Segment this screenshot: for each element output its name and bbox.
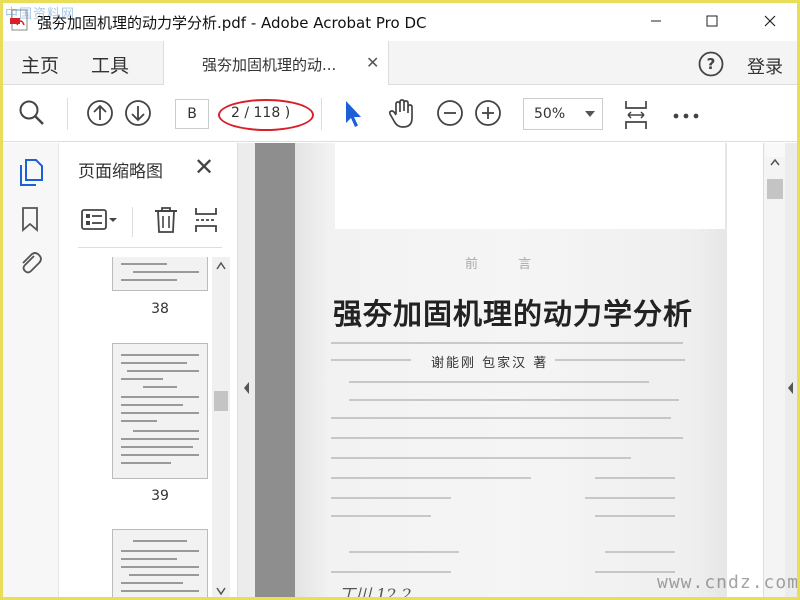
tab-document-label: 强夯加固机理的动... [202,56,337,74]
thumbnail-page[interactable] [112,529,208,597]
nav-tools[interactable]: 工具 [91,51,129,78]
window-title: 强夯加固机理的动力学分析.pdf - Adobe Acrobat Pro DC [37,14,427,32]
next-page-icon[interactable] [123,98,153,132]
fit-page-icon[interactable] [621,98,651,136]
page-number-input[interactable]: B [175,99,209,129]
bookmark-icon[interactable] [17,205,43,237]
book-authors: 谢能刚 包家汉 著 [431,356,549,371]
tab-bar: 主页 工具 强夯加固机理的动... ✕ ? 登录 [3,41,797,85]
toolbar-divider [67,98,68,130]
hand-tool-icon[interactable] [387,98,417,134]
thumbnail-options-icon[interactable] [80,207,118,237]
watermark-bottom: www.cndz.com [657,572,800,593]
toolbar: B 2 / 118 ) 50% [3,86,797,142]
title-bar: 中国资料网 强夯加固机理的动力学分析.pdf - Adobe Acrobat P… [3,3,797,39]
app-window: 中国资料网 强夯加固机理的动力学分析.pdf - Adobe Acrobat P… [0,0,800,600]
previous-page-icon[interactable] [85,98,115,132]
zoom-out-icon[interactable] [435,98,465,132]
search-icon[interactable] [17,98,47,132]
close-icon[interactable]: ✕ [194,153,214,181]
nav-home[interactable]: 主页 [21,51,59,78]
right-panel-strip[interactable] [785,143,797,597]
thumbnails-scrollbar[interactable] [212,257,230,597]
tab-document[interactable]: 强夯加固机理的动... ✕ [163,41,389,85]
attachment-icon[interactable] [17,247,43,281]
login-link[interactable]: 登录 [747,53,783,79]
delete-page-icon[interactable] [152,205,180,239]
svg-text:?: ? [707,55,716,73]
chevron-down-icon[interactable] [585,111,595,117]
select-cursor-icon[interactable] [341,98,367,134]
close-window-button[interactable] [747,3,793,39]
thumbnail-page[interactable] [112,257,208,291]
page-thumbnails-icon[interactable] [17,157,45,191]
help-icon[interactable]: ? [697,50,725,82]
thumbnail-page-number: 39 [151,488,169,504]
tab-close-icon[interactable]: ✕ [366,53,379,72]
red-annotation-ellipse [218,99,314,131]
thumbnail-page-number: 38 [151,301,169,317]
thumbnails-panel: 页面缩略图 ✕ 38 39 [60,143,238,597]
minimize-button[interactable] [633,3,679,39]
maximize-button[interactable] [689,3,735,39]
document-scrollbar[interactable] [763,143,785,597]
blank-area [335,143,725,229]
panel-divider [78,247,222,248]
left-rail [3,143,59,597]
toolbar-divider [321,98,322,130]
extract-page-icon[interactable] [192,205,220,239]
zoom-value: 50% [534,106,566,122]
pdf-page: 前 言 强夯加固机理的动力学分析 谢能刚 包家汉 著 丁川 12.2 [295,143,727,600]
book-title: 强夯加固机理的动力学分析 [333,297,694,331]
zoom-in-icon[interactable] [473,98,503,132]
handwritten-note: 丁川 12.2 [339,585,412,600]
document-view[interactable]: 前 言 强夯加固机理的动力学分析 谢能刚 包家汉 著 丁川 12.2 [255,143,727,600]
more-options-icon[interactable] [671,106,701,125]
thumbnail-page[interactable] [112,343,208,479]
panel-collapse-strip[interactable] [238,143,255,597]
page-header: 前 言 [465,257,550,272]
thumbnails-title: 页面缩略图 [78,162,163,182]
panel-divider [132,207,133,237]
